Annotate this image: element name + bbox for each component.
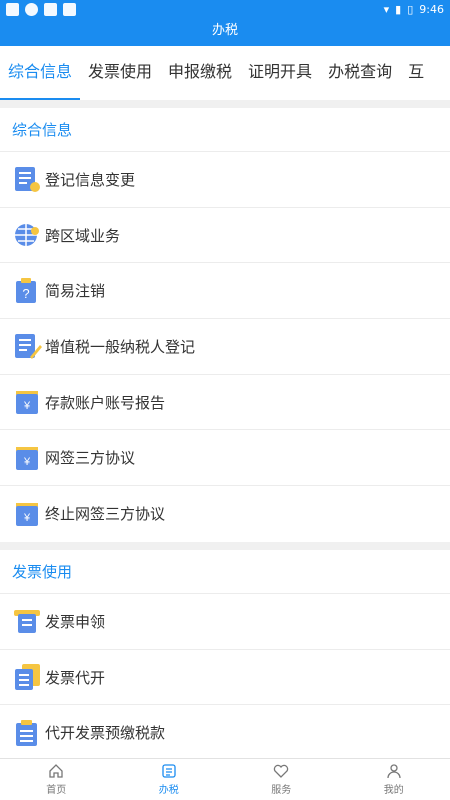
status-time: 9:46 (419, 3, 444, 16)
section-general-info: 综合信息 登记信息变更 跨区域业务 ? 简易注销 增值税一般纳税人登记 ¥ 存款… (0, 108, 450, 542)
doc-pen-icon (15, 334, 42, 360)
list-item[interactable]: 发票代开 (0, 650, 450, 706)
app-icon (6, 3, 19, 16)
nav-label: 我的 (383, 785, 404, 796)
section-divider (0, 542, 450, 550)
heart-icon (274, 764, 289, 778)
list-icon (162, 764, 176, 778)
list-item[interactable]: ¥ 网签三方协议 (0, 430, 450, 487)
list-item[interactable]: 登记信息变更 (0, 152, 450, 208)
yen-doc-icon: ¥ (16, 502, 38, 526)
list-item[interactable]: 发票申领 (0, 594, 450, 650)
list-item[interactable]: ? 简易注销 (0, 263, 450, 320)
yen-doc-icon: ¥ (16, 391, 38, 415)
svg-text:¥: ¥ (23, 456, 31, 468)
svg-text:¥: ¥ (23, 400, 31, 412)
nav-service[interactable]: 服务 (225, 759, 338, 800)
tab-invoice-use[interactable]: 发票使用 (80, 46, 160, 100)
status-bar: ▾ ▮ ▯ 9:46 (0, 0, 450, 20)
tab-certificate[interactable]: 证明开具 (240, 46, 320, 100)
page-title: 办税 (0, 20, 450, 46)
list-item[interactable]: 跨区域业务 (0, 208, 450, 264)
nav-home[interactable]: 首页 (0, 759, 113, 800)
list-item-label: 登记信息变更 (45, 170, 136, 189)
a-icon (63, 3, 76, 16)
list-item[interactable]: ¥ 存款账户账号报告 (0, 375, 450, 431)
list-item-label: 网签三方协议 (45, 449, 136, 468)
list-item-label: 终止网签三方协议 (45, 505, 166, 524)
doc-edit-icon (15, 167, 40, 193)
nav-mine[interactable]: 我的 (338, 759, 450, 800)
wifi-icon: ▾ (383, 3, 390, 16)
list-item[interactable]: ¥ 终止网签三方协议 (0, 486, 450, 542)
list-item-label: 发票申领 (45, 612, 106, 631)
image-icon (44, 3, 57, 16)
sync-icon (25, 3, 38, 16)
tab-declare-pay[interactable]: 申报缴税 (160, 46, 240, 100)
clipboard-question-icon: ? (16, 277, 36, 303)
bottom-nav: 首页 办税 服务 我的 (0, 758, 450, 800)
globe-icon (15, 224, 39, 247)
battery-icon: ▯ (407, 3, 414, 16)
list-item[interactable]: 代开发票预缴税款 (0, 705, 450, 762)
section-divider (0, 100, 450, 108)
list-item-label: 增值税一般纳税人登记 (45, 337, 196, 356)
tab-tax-query[interactable]: 办税查询 (320, 46, 400, 100)
yen-doc-icon: ¥ (16, 446, 38, 470)
list-item[interactable]: 增值税一般纳税人登记 (0, 319, 450, 375)
list-item-label: 代开发票预缴税款 (45, 724, 166, 743)
nav-label: 办税 (158, 785, 179, 796)
nav-label: 首页 (46, 785, 67, 796)
invoice-apply-icon (14, 610, 40, 634)
clipboard-icon (16, 719, 37, 746)
nav-tax[interactable]: 办税 (113, 759, 226, 800)
invoice-issue-icon (15, 664, 40, 691)
list-item-label: 发票代开 (45, 668, 106, 687)
svg-text:¥: ¥ (23, 512, 31, 524)
svg-text:?: ? (22, 286, 29, 301)
home-icon (49, 764, 63, 778)
user-icon (387, 764, 401, 779)
category-tabs: 综合信息 发票使用 申报缴税 证明开具 办税查询 互 (0, 46, 450, 100)
signal-icon: ▮ (395, 3, 402, 16)
tab-general-info[interactable]: 综合信息 (0, 46, 81, 100)
tab-more[interactable]: 互 (400, 46, 432, 100)
section-invoice-use: 发票使用 发票申领 发票代开 代开发票预缴税款 (0, 550, 450, 762)
nav-label: 服务 (271, 785, 292, 796)
list-item-label: 存款账户账号报告 (45, 393, 166, 412)
section-title: 综合信息 (0, 108, 450, 152)
list-item-label: 简易注销 (45, 282, 106, 301)
list-item-label: 跨区域业务 (45, 226, 121, 245)
section-title: 发票使用 (0, 550, 450, 594)
